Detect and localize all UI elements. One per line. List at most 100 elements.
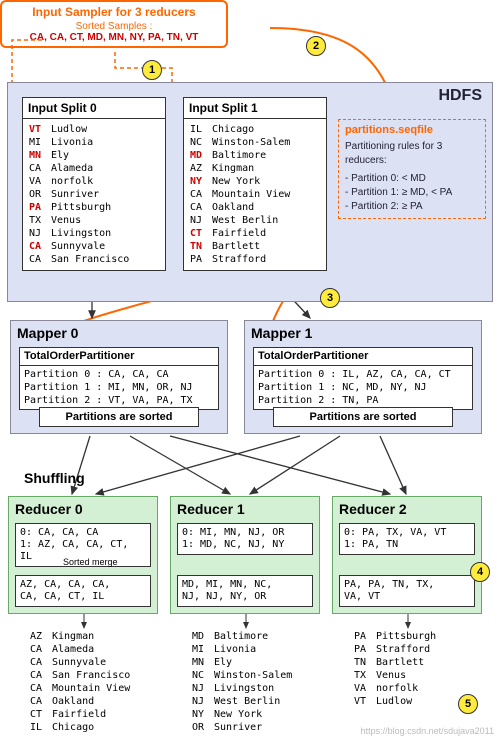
list-item: VAnorfolk	[29, 175, 159, 188]
m1-p0: Partition 0 : IL, AZ, CA, CA, CT	[258, 368, 468, 381]
badge-2: 2	[306, 36, 326, 56]
r1-l1: 1: MD, NC, NJ, NY	[182, 539, 308, 551]
reducer-2: Reducer 2 0: PA, TX, VA, VT 1: PA, TN PA…	[332, 496, 482, 614]
list-item: ILChicago	[30, 721, 130, 734]
hdfs-container: HDFS Input Split 0 VTLudlowMILivoniaMNEl…	[7, 82, 493, 302]
list-item: CASunnyvale	[29, 240, 159, 253]
mapper1-sorted: Partitions are sorted	[273, 407, 453, 427]
sampler-sub: Sorted Samples :	[5, 21, 223, 32]
watermark: https://blog.csdn.net/sdujava2011	[361, 726, 494, 736]
list-item: TXVenus	[29, 214, 159, 227]
list-item: MNEly	[192, 656, 292, 669]
list-item: CAOakland	[30, 695, 130, 708]
reducer-1: Reducer 1 0: MI, MN, NJ, OR 1: MD, NC, N…	[170, 496, 320, 614]
list-item: NCWinston-Salem	[190, 136, 320, 149]
list-item: TNBartlett	[190, 240, 320, 253]
split0-title: Input Split 0	[23, 98, 165, 119]
input-split-1: Input Split 1 ILChicagoNCWinston-SalemMD…	[183, 97, 327, 271]
split1-body: ILChicagoNCWinston-SalemMDBaltimoreAZKin…	[184, 119, 326, 270]
list-item: TNBartlett	[354, 656, 436, 669]
list-item: AZKingman	[190, 162, 320, 175]
reducer0-title: Reducer 0	[9, 497, 157, 521]
mapper0-partitioner: TotalOrderPartitioner Partition 0 : CA, …	[19, 347, 219, 410]
mapper0-title: Mapper 0	[11, 321, 227, 345]
mapper0-sorted: Partitions are sorted	[39, 407, 199, 427]
r2-l0: 0: PA, TX, VA, VT	[344, 527, 470, 539]
list-item: CTFairfield	[190, 227, 320, 240]
list-item: MILivonia	[192, 643, 292, 656]
badge-5: 5	[458, 694, 478, 714]
badge-1: 1	[142, 60, 162, 80]
list-item: ORSunriver	[192, 721, 292, 734]
list-item: MDBaltimore	[190, 149, 320, 162]
r2-output: PA, PA, TN, TX, VA, VT	[339, 575, 475, 607]
mapper-1: Mapper 1 TotalOrderPartitioner Partition…	[244, 320, 482, 434]
list-item: NCWinston-Salem	[192, 669, 292, 682]
list-item: MILivonia	[29, 136, 159, 149]
mapper0-top-title: TotalOrderPartitioner	[20, 348, 218, 366]
seqfile-r1: - Partition 1: ≥ MD, < PA	[345, 186, 479, 200]
sorted-merge-label: Sorted merge	[63, 557, 118, 567]
list-item: NJWest Berlin	[192, 695, 292, 708]
m0-p2: Partition 2 : VT, VA, PA, TX	[24, 394, 214, 407]
badge-4: 4	[470, 562, 490, 582]
r1-l0: 0: MI, MN, NJ, OR	[182, 527, 308, 539]
list-item: PAStrafford	[190, 253, 320, 266]
list-item: PAPittsburgh	[354, 630, 436, 643]
list-item: MNEly	[29, 149, 159, 162]
list-item: VAnorfolk	[354, 682, 436, 695]
mapper1-top-title: TotalOrderPartitioner	[254, 348, 472, 366]
list-item: CAMountain View	[190, 188, 320, 201]
badge-3: 3	[320, 288, 340, 308]
sampler-values: CA, CA, CT, MD, MN, NY, PA, TN, VT	[5, 32, 223, 43]
list-item: NJWest Berlin	[190, 214, 320, 227]
list-item: PAPittsburgh	[29, 201, 159, 214]
list-item: CAAlameda	[29, 162, 159, 175]
m0-p1: Partition 1 : MI, MN, OR, NJ	[24, 381, 214, 394]
list-item: CAOakland	[190, 201, 320, 214]
split1-title: Input Split 1	[184, 98, 326, 119]
reducer-0: Reducer 0 0: CA, CA, CA 1: AZ, CA, CA, C…	[8, 496, 158, 614]
input-split-0: Input Split 0 VTLudlowMILivoniaMNElyCAAl…	[22, 97, 166, 271]
list-item: ILChicago	[190, 123, 320, 136]
list-item: CTFairfield	[30, 708, 130, 721]
r0-output: AZ, CA, CA, CA, CA, CA, CT, IL	[15, 575, 151, 607]
sampler-title: Input Sampler for 3 reducers	[5, 5, 223, 19]
split0-body: VTLudlowMILivoniaMNElyCAAlamedaVAnorfolk…	[23, 119, 165, 270]
r2-input: 0: PA, TX, VA, VT 1: PA, TN	[339, 523, 475, 555]
list-item: CASan Francisco	[30, 669, 130, 682]
mapper-0: Mapper 0 TotalOrderPartitioner Partition…	[10, 320, 228, 434]
final-output-1: MDBaltimoreMILivoniaMNElyNCWinston-Salem…	[192, 630, 292, 734]
shuffle-label: Shuffling	[24, 470, 85, 486]
partitions-seqfile: partitions.seqfile Partitioning rules fo…	[338, 119, 486, 219]
list-item: CAMountain View	[30, 682, 130, 695]
m0-p0: Partition 0 : CA, CA, CA	[24, 368, 214, 381]
reducer2-title: Reducer 2	[333, 497, 481, 521]
list-item: TXVenus	[354, 669, 436, 682]
list-item: CAAlameda	[30, 643, 130, 656]
seqfile-r2: - Partition 2: ≥ PA	[345, 200, 479, 214]
list-item: PAStrafford	[354, 643, 436, 656]
list-item: VTLudlow	[29, 123, 159, 136]
list-item: NYNew York	[192, 708, 292, 721]
r1-input: 0: MI, MN, NJ, OR 1: MD, NC, NJ, NY	[177, 523, 313, 555]
reducer1-title: Reducer 1	[171, 497, 319, 521]
final-output-0: AZKingmanCAAlamedaCASunnyvaleCASan Franc…	[30, 630, 130, 734]
mapper1-partitioner: TotalOrderPartitioner Partition 0 : IL, …	[253, 347, 473, 410]
list-item: AZKingman	[30, 630, 130, 643]
seqfile-r0: - Partition 0: < MD	[345, 172, 479, 186]
final-output-2: PAPittsburghPAStraffordTNBartlettTXVenus…	[354, 630, 436, 708]
list-item: NJLivingston	[192, 682, 292, 695]
m1-p2: Partition 2 : TN, PA	[258, 394, 468, 407]
list-item: ORSunriver	[29, 188, 159, 201]
r0-l0: 0: CA, CA, CA	[20, 527, 146, 539]
seqfile-desc: Partitioning rules for 3 reducers:	[345, 140, 479, 168]
seqfile-title: partitions.seqfile	[345, 124, 479, 136]
list-item: VTLudlow	[354, 695, 436, 708]
list-item: NYNew York	[190, 175, 320, 188]
list-item: NJLivingston	[29, 227, 159, 240]
list-item: CASunnyvale	[30, 656, 130, 669]
list-item: CASan Francisco	[29, 253, 159, 266]
mapper1-title: Mapper 1	[245, 321, 481, 345]
r2-l1: 1: PA, TN	[344, 539, 470, 551]
